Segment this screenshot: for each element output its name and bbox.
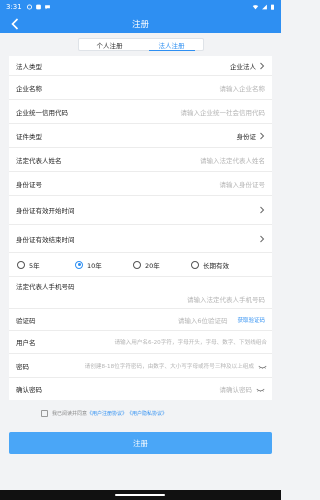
verify-code-row: 验证码 请输入6位验证码 获取验证码	[9, 309, 272, 331]
page-title: 注册	[131, 19, 149, 30]
rep-phone-input[interactable]: 请输入法定代表人手机号码	[187, 294, 265, 304]
agreement-text: 我已阅读并同意	[52, 410, 88, 417]
username-input[interactable]: 请输入用户名6-20字符，字母开头，字母、数字、下划线组合	[114, 338, 267, 346]
chevron-right-icon	[260, 235, 265, 242]
radio-icon	[133, 260, 141, 269]
radio-label: 5年	[29, 261, 40, 270]
radio-label: 20年	[145, 261, 160, 270]
legal-type-value: 企业法人	[230, 62, 256, 71]
radio-20-years[interactable]: 20年	[133, 260, 191, 270]
signal-icon	[262, 4, 267, 10]
status-time: 3:31	[6, 3, 22, 11]
back-button[interactable]	[8, 16, 22, 31]
company-name-row: 企业名称 请输入企业名称	[9, 76, 272, 100]
id-start-label: 身份证有效开始时间	[16, 207, 75, 215]
radio-10-years[interactable]: 10年	[75, 260, 133, 270]
tab-personal-register[interactable]: 个人注册	[79, 39, 141, 50]
privacy-agreement-link[interactable]: 《用户隐私协议》	[127, 410, 167, 417]
radio-checked-icon	[75, 260, 83, 269]
id-number-input[interactable]: 请输入身份证号	[220, 179, 266, 189]
get-code-button[interactable]: 获取验证码	[237, 316, 265, 324]
register-type-tabs: 个人注册 法人注册	[0, 38, 281, 52]
id-end-row[interactable]: 身份证有效结束时间	[9, 225, 272, 253]
password-input[interactable]: 请创建8-18位字符密码，由数字、大小写字母或符号三种及以上组成	[85, 362, 254, 370]
chevron-right-icon	[260, 62, 265, 69]
agreement-checkbox[interactable]	[41, 409, 48, 417]
chevron-right-icon	[260, 132, 265, 139]
wifi-icon	[252, 5, 259, 10]
chat-icon	[44, 5, 50, 10]
username-label: 用户名	[16, 339, 36, 347]
rep-name-row: 法定代表人姓名 请输入法定代表人姓名	[9, 148, 272, 172]
radio-icon	[191, 260, 199, 269]
id-number-row: 身份证号 请输入身份证号	[9, 172, 272, 196]
eye-closed-icon[interactable]	[256, 386, 265, 392]
notification-icons	[26, 4, 51, 10]
rep-name-label: 法定代表人姓名	[16, 156, 62, 165]
credit-code-label: 企业统一信用代码	[16, 108, 68, 117]
company-name-input[interactable]: 请输入企业名称	[220, 83, 266, 93]
confirm-password-row: 确认密码 请确认密码	[9, 378, 272, 400]
password-row: 密码 请创建8-18位字符密码，由数字、大小写字母或符号三种及以上组成	[9, 354, 272, 378]
verify-code-label: 验证码	[16, 316, 36, 325]
legal-type-row[interactable]: 法人类型 企业法人	[9, 56, 272, 76]
id-end-label: 身份证有效结束时间	[16, 235, 75, 244]
legal-type-label: 法人类型	[16, 62, 42, 71]
back-arrow-icon	[11, 17, 19, 30]
password-label: 密码	[16, 362, 29, 371]
home-indicator[interactable]	[115, 494, 165, 496]
app-notification-icon	[35, 4, 41, 10]
id-type-value: 身份证	[236, 132, 257, 141]
id-type-label: 证件类型	[16, 132, 42, 141]
register-submit-button[interactable]: 注册	[9, 432, 272, 454]
radio-long-term[interactable]: 长期有效	[191, 260, 249, 270]
company-name-label: 企业名称	[16, 84, 42, 93]
radio-icon	[17, 260, 25, 269]
verify-code-input[interactable]: 请输入6位验证码	[178, 315, 228, 325]
radio-label: 长期有效	[203, 261, 229, 270]
radio-5-years[interactable]: 5年	[17, 260, 75, 270]
settings-icon	[26, 4, 32, 10]
register-form: 法人类型 企业法人 企业名称 请输入企业名称 企业统一信用代码 请输入企业统一社…	[9, 56, 272, 378]
id-number-label: 身份证号	[16, 180, 42, 189]
top-nav-bar: 注册	[0, 14, 281, 33]
username-row: 用户名 请输入用户名6-20字符，字母开头，字母、数字、下划线组合	[9, 331, 272, 354]
register-agreement-link[interactable]: 《用户注册协议》	[87, 410, 127, 417]
validity-radio-group: 5年 10年 20年 长期有效	[9, 253, 272, 277]
radio-label: 10年	[87, 261, 102, 270]
chevron-right-icon	[260, 206, 265, 214]
rep-phone-row: 法定代表人手机号码 请输入法定代表人手机号码	[9, 277, 272, 309]
eye-closed-icon[interactable]	[258, 363, 267, 369]
status-bar: 3:31	[0, 0, 281, 14]
id-start-row[interactable]: 身份证有效开始时间	[9, 196, 272, 225]
id-type-row[interactable]: 证件类型 身份证	[9, 124, 272, 148]
confirm-password-label: 确认密码	[16, 386, 42, 394]
agreement-row: 我已阅读并同意 《用户注册协议》 《用户隐私协议》	[41, 408, 281, 418]
confirm-password-input[interactable]: 请确认密码	[220, 384, 253, 394]
rep-name-input[interactable]: 请输入法定代表人姓名	[200, 155, 265, 165]
credit-code-input[interactable]: 请输入企业统一社会信用代码	[181, 107, 266, 117]
system-home-bar	[0, 490, 281, 500]
tab-legal-register[interactable]: 法人注册	[141, 39, 203, 51]
credit-code-row: 企业统一信用代码 请输入企业统一社会信用代码	[9, 100, 272, 124]
rep-phone-label: 法定代表人手机号码	[16, 283, 75, 291]
battery-icon	[271, 4, 274, 10]
